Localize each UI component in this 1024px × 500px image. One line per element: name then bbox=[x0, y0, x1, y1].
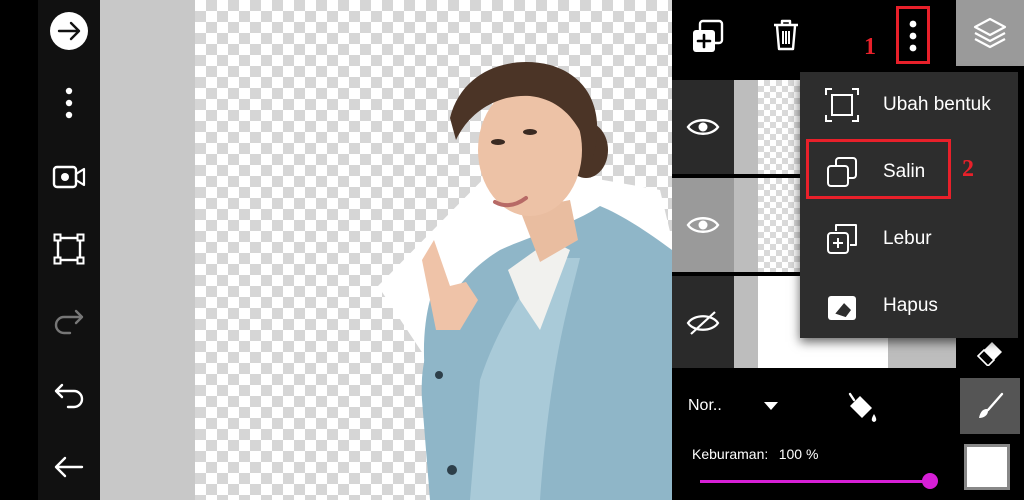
eraser-icon bbox=[822, 286, 862, 326]
eraser-icon bbox=[976, 342, 1002, 366]
undo-button[interactable] bbox=[46, 372, 92, 418]
annotation-box-step-1 bbox=[896, 6, 930, 64]
context-menu: Ubah bentuk Salin Lebur Hapus bbox=[800, 72, 1018, 338]
menu-item-label: Lebur bbox=[883, 228, 932, 249]
blend-mode-value: Nor.. bbox=[688, 397, 722, 414]
layer-properties: Nor.. Keburaman: 100 % bbox=[672, 368, 956, 500]
more-options-button[interactable] bbox=[46, 80, 92, 126]
annotation-step-1: 1 bbox=[864, 34, 876, 60]
annotation-box-step-2 bbox=[806, 139, 951, 199]
opacity-label-row: Keburaman: 100 % bbox=[692, 446, 818, 464]
crop-frame-icon bbox=[53, 233, 85, 265]
menu-item-merge[interactable]: Lebur bbox=[800, 206, 1018, 272]
more-vertical-icon bbox=[65, 87, 73, 119]
redo-icon bbox=[54, 309, 84, 335]
transform-icon bbox=[822, 85, 862, 125]
menu-item-transform[interactable]: Ubah bentuk bbox=[800, 72, 1018, 138]
layer-visibility-toggle[interactable] bbox=[672, 276, 734, 370]
eye-icon bbox=[686, 217, 720, 233]
drawing-canvas[interactable] bbox=[100, 0, 672, 500]
left-toolbar bbox=[38, 0, 100, 500]
add-layer-icon bbox=[693, 19, 724, 52]
add-layer-button[interactable] bbox=[690, 18, 728, 56]
left-edge bbox=[0, 0, 38, 500]
menu-item-delete[interactable]: Hapus bbox=[800, 273, 1018, 339]
layer-visibility-toggle[interactable] bbox=[672, 80, 734, 174]
paint-bucket-icon bbox=[848, 392, 877, 422]
video-camera-icon bbox=[52, 165, 86, 189]
arrow-right-circle-icon bbox=[50, 12, 88, 50]
opacity-slider-thumb[interactable] bbox=[922, 473, 938, 489]
fill-bucket-button[interactable] bbox=[844, 390, 884, 430]
trash-icon bbox=[774, 19, 798, 51]
redo-button[interactable] bbox=[46, 298, 92, 344]
menu-item-label: Hapus bbox=[883, 295, 938, 316]
back-arrow-icon bbox=[54, 456, 84, 478]
blend-mode-select[interactable]: Nor.. bbox=[688, 394, 788, 418]
layers-icon bbox=[973, 17, 1007, 49]
annotation-step-2: 2 bbox=[962, 156, 974, 182]
merge-icon bbox=[822, 219, 862, 259]
color-swatch[interactable] bbox=[964, 444, 1010, 490]
opacity-slider-track[interactable] bbox=[700, 480, 930, 483]
brush-icon bbox=[979, 392, 1004, 418]
back-button[interactable] bbox=[46, 444, 92, 490]
menu-item-label: Ubah bentuk bbox=[883, 94, 991, 115]
eye-off-icon bbox=[686, 311, 720, 335]
undo-icon bbox=[54, 383, 84, 409]
photo-layer-image bbox=[378, 62, 672, 500]
forward-button[interactable] bbox=[46, 8, 92, 54]
dropdown-caret-icon bbox=[763, 402, 778, 410]
delete-layer-button[interactable] bbox=[772, 18, 806, 56]
opacity-label: Keburaman: bbox=[692, 446, 769, 462]
layer-visibility-toggle[interactable] bbox=[672, 178, 734, 272]
opacity-value: 100 % bbox=[778, 446, 819, 462]
brush-tool-button[interactable] bbox=[960, 378, 1020, 434]
layers-button[interactable] bbox=[956, 0, 1024, 66]
crop-button[interactable] bbox=[46, 226, 92, 272]
eye-icon bbox=[686, 119, 720, 135]
record-button[interactable] bbox=[46, 154, 92, 200]
